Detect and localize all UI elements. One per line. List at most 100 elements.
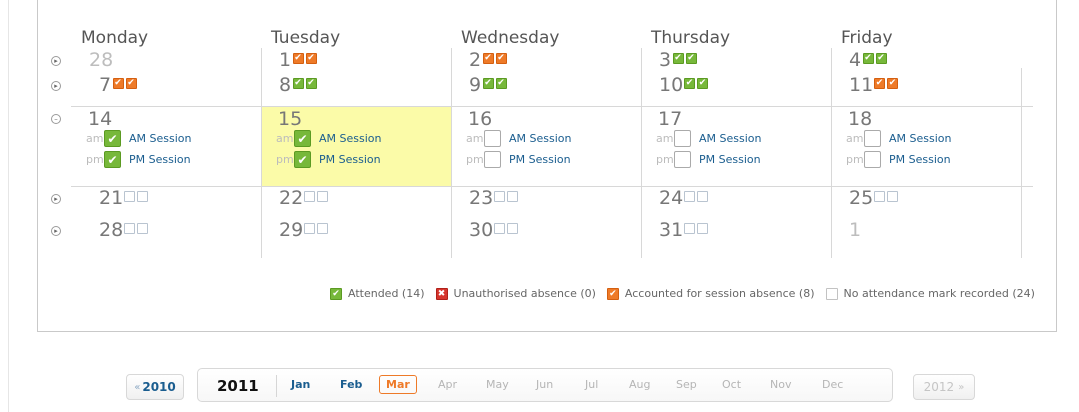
pm-label: pm	[656, 153, 674, 166]
pm-session-link[interactable]: PM Session	[509, 153, 571, 166]
attendance-marks	[494, 191, 518, 202]
am-session-checkbox[interactable]	[864, 130, 881, 147]
weekday-header-wednesday: Wednesday	[461, 28, 560, 48]
pm-label: pm	[846, 153, 864, 166]
attendance-marks: ✔ ✔	[672, 53, 697, 64]
next-year-button[interactable]: 2012 »	[913, 374, 975, 400]
pm-session-link[interactable]: PM Session	[889, 153, 951, 166]
legend-item: No attendance mark recorded (24)	[825, 287, 1035, 300]
attendance-marks: ✔ ✔	[292, 53, 317, 64]
attendance-legend: ✔ Attended (14) ✖ Unauthorised absence (0) ✔…	[330, 287, 1046, 300]
column-divider	[641, 48, 642, 258]
month-jan[interactable]: Jan	[291, 378, 310, 391]
legend-item: ✖ Unauthorised absence (0)	[435, 287, 596, 300]
expand-week-icon[interactable]: ▸	[51, 194, 61, 204]
week-divider	[71, 106, 1033, 107]
week-divider	[71, 186, 1033, 187]
pm-session-row: pm ✔ PM Session	[276, 151, 381, 168]
day-number[interactable]: 31	[659, 219, 683, 241]
am-session-checkbox[interactable]: ✔	[294, 130, 311, 147]
check-mark-icon: ✔	[684, 78, 695, 89]
month-jul: Jul	[585, 378, 599, 391]
month-selector: 2011 Jan Feb Mar Apr May Jun Jul Aug Sep Oct Nov De…	[197, 368, 893, 402]
expand-week-icon[interactable]: ▸	[51, 81, 61, 91]
day-number[interactable]: 16	[468, 108, 492, 130]
column-divider	[831, 48, 832, 258]
day-number[interactable]: 17	[658, 108, 682, 130]
am-session-checkbox[interactable]: ✔	[104, 130, 121, 147]
legend-item: ✔ Accounted for session absence (8)	[606, 287, 815, 300]
pm-session-link[interactable]: PM Session	[129, 153, 191, 166]
check-mark-icon: ✔	[292, 78, 304, 89]
day-number[interactable]: 9	[469, 74, 481, 96]
month-nov: Nov	[770, 378, 792, 391]
empty-mark-icon	[507, 223, 518, 234]
pm-session-checkbox[interactable]: ✔	[294, 151, 311, 168]
attendance-marks	[684, 223, 708, 234]
pm-session-row: pm ✔ PM Session	[86, 151, 191, 168]
check-mark-icon: ✔	[112, 78, 124, 89]
day-number[interactable]: 11	[849, 74, 873, 96]
empty-mark-icon	[684, 223, 695, 234]
day-number[interactable]: 2	[469, 49, 481, 71]
day-number[interactable]: 25	[849, 187, 873, 209]
day-number[interactable]: 21	[99, 187, 123, 209]
day-number[interactable]: 24	[659, 187, 683, 209]
am-session-checkbox[interactable]	[674, 130, 691, 147]
am-session-checkbox[interactable]	[484, 130, 501, 147]
day-number[interactable]: 7	[99, 74, 111, 96]
year-navigation: « 2010 2011 Jan Feb Mar Apr May Jun Jul Aug Sep O…	[0, 368, 1079, 402]
pm-session-checkbox[interactable]	[484, 151, 501, 168]
day-number[interactable]: 29	[279, 219, 303, 241]
day-number[interactable]: 23	[469, 187, 493, 209]
expand-week-icon[interactable]: ▸	[51, 226, 61, 236]
next-year-label: 2012	[923, 380, 955, 394]
day-number[interactable]: 3	[659, 49, 671, 71]
legend-label: No attendance mark recorded (24)	[843, 287, 1035, 300]
legend-label: Unauthorised absence (0)	[453, 287, 596, 300]
am-session-link[interactable]: AM Session	[129, 132, 191, 145]
check-mark-icon: ✔	[292, 53, 304, 64]
am-session-link[interactable]: AM Session	[889, 132, 951, 145]
empty-mark-icon	[137, 223, 148, 234]
attendance-marks	[494, 223, 518, 234]
attendance-marks	[124, 223, 148, 234]
day-number[interactable]: 14	[88, 108, 112, 130]
day-number[interactable]: 8	[279, 74, 291, 96]
month-jun: Jun	[536, 378, 554, 391]
am-session-link[interactable]: AM Session	[509, 132, 571, 145]
empty-mark-icon	[124, 223, 135, 234]
empty-mark-icon	[317, 191, 328, 202]
pm-session-checkbox[interactable]: ✔	[104, 151, 121, 168]
pm-session-checkbox[interactable]	[674, 151, 691, 168]
day-number[interactable]: 15	[278, 108, 302, 130]
day-number[interactable]: 28	[89, 49, 113, 71]
am-session-link[interactable]: AM Session	[699, 132, 761, 145]
month-mar[interactable]: Mar	[379, 375, 417, 394]
pm-session-link[interactable]: PM Session	[699, 153, 761, 166]
legend-label: Attended (14)	[348, 287, 425, 300]
month-sep: Sep	[676, 378, 697, 391]
month-aug: Aug	[629, 378, 651, 391]
day-number[interactable]: 4	[849, 49, 861, 71]
day-number[interactable]: 22	[279, 187, 303, 209]
collapse-week-icon[interactable]: –	[51, 114, 61, 124]
empty-mark-icon	[124, 191, 135, 202]
pm-session-row: pm PM Session	[466, 151, 571, 168]
day-number[interactable]: 1	[849, 219, 861, 241]
day-number[interactable]: 30	[469, 219, 493, 241]
pm-session-checkbox[interactable]	[864, 151, 881, 168]
day-number[interactable]: 18	[848, 108, 872, 130]
attendance-marks: ✔ ✔	[482, 53, 507, 64]
day-number[interactable]: 10	[659, 74, 683, 96]
expand-week-icon[interactable]: ▸	[51, 56, 61, 66]
am-session-link[interactable]: AM Session	[319, 132, 381, 145]
check-mark-icon: ✔	[685, 53, 697, 64]
check-mark-icon: ✔	[482, 53, 494, 64]
day-number[interactable]: 28	[99, 219, 123, 241]
pm-session-link[interactable]: PM Session	[319, 153, 381, 166]
day-number[interactable]: 1	[279, 49, 291, 71]
previous-year-button[interactable]: « 2010	[126, 374, 184, 400]
cross-icon: ✖	[435, 287, 448, 300]
month-feb[interactable]: Feb	[340, 378, 362, 391]
